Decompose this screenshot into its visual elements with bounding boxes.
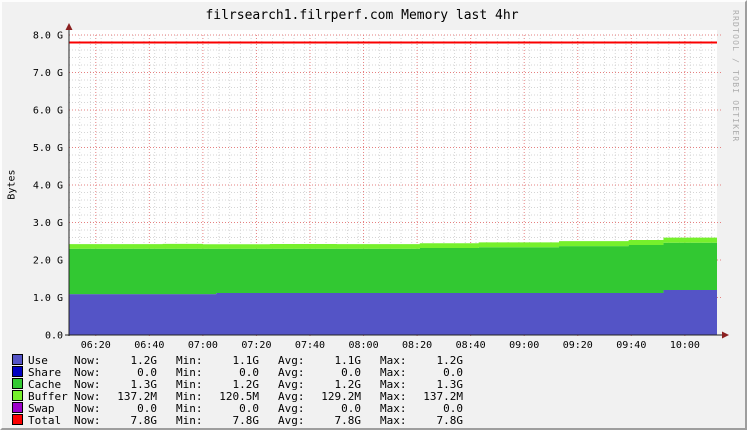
legend-value-now: 7.8G (130, 414, 158, 427)
y-tick-label: 7.0 G (33, 68, 63, 79)
x-tick-label: 09:20 (563, 340, 593, 351)
legend-swatch-swap (12, 402, 23, 413)
x-tick-label: 09:40 (616, 340, 646, 351)
y-tick-label: 8.0 G (33, 31, 63, 42)
y-tick-label: 3.0 G (33, 218, 63, 229)
area-cache (69, 242, 717, 295)
legend-swatch-cache (12, 378, 23, 389)
legend-row-total: Total Now: 7.8G Min: 7.8G Avg: 7.8G Max: 7.8G (2, 414, 745, 427)
legend-value-max: 7.8G (436, 414, 464, 427)
x-tick-label: 08:20 (402, 340, 432, 351)
legend-swatch-buffer (12, 390, 23, 401)
x-tick-label: 08:00 (348, 340, 378, 351)
legend-label-total: Total (28, 414, 62, 427)
y-tick-label: 2.0 G (33, 256, 63, 267)
area-use (69, 289, 717, 335)
x-tick-label: 10:00 (670, 340, 700, 351)
x-tick-label: 07:40 (295, 340, 325, 351)
legend: Use Now: 1.2G Min: 1.1G Avg: 1.1G Max: 1.2G Shar… (2, 354, 745, 427)
x-axis-arrow (722, 331, 729, 339)
legend-key-avg: Avg: (278, 414, 305, 427)
legend-swatch-use (12, 354, 23, 365)
x-tick-label: 06:20 (81, 340, 111, 351)
y-tick-label: 4.0 G (33, 181, 63, 192)
legend-key-min: Min: (176, 414, 203, 427)
x-tick-label: 07:00 (188, 340, 218, 351)
x-tick-label: 09:00 (509, 340, 539, 351)
legend-key-now: Now: (74, 414, 101, 427)
legend-row-share: Share Now: 0.0 Min: 0.0 Avg: 0.0 Max: 0.0 (2, 366, 745, 379)
legend-value-min: 7.8G (232, 414, 260, 427)
legend-row-swap: Swap Now: 0.0 Min: 0.0 Avg: 0.0 Max: 0.0 (2, 402, 745, 415)
legend-row-use: Use Now: 1.2G Min: 1.1G Avg: 1.1G Max: 1.2G (2, 354, 745, 367)
legend-row-buffer: Buffer Now: 137.2M Min: 120.5M Avg: 129.2M Max:… (2, 390, 745, 403)
legend-row-cache: Cache Now: 1.3G Min: 1.2G Avg: 1.2G Max: 1.3G (2, 378, 745, 391)
legend-swatch-total (12, 414, 23, 425)
legend-value-avg: 7.8G (334, 414, 362, 427)
x-tick-label: 08:40 (456, 340, 486, 351)
y-axis-arrow (65, 23, 73, 30)
x-tick-label: 07:20 (241, 340, 271, 351)
y-tick-label: 6.0 G (33, 106, 63, 117)
legend-swatch-share (12, 366, 23, 377)
y-tick-label: 0.0 (45, 331, 63, 342)
legend-key-max: Max: (380, 414, 407, 427)
x-tick-label: 06:40 (134, 340, 164, 351)
rrdtool-graph-window: filrsearch1.filrperf.com Memory last 4hr… (0, 0, 747, 430)
y-tick-label: 1.0 G (33, 293, 63, 304)
y-tick-label: 5.0 G (33, 143, 63, 154)
